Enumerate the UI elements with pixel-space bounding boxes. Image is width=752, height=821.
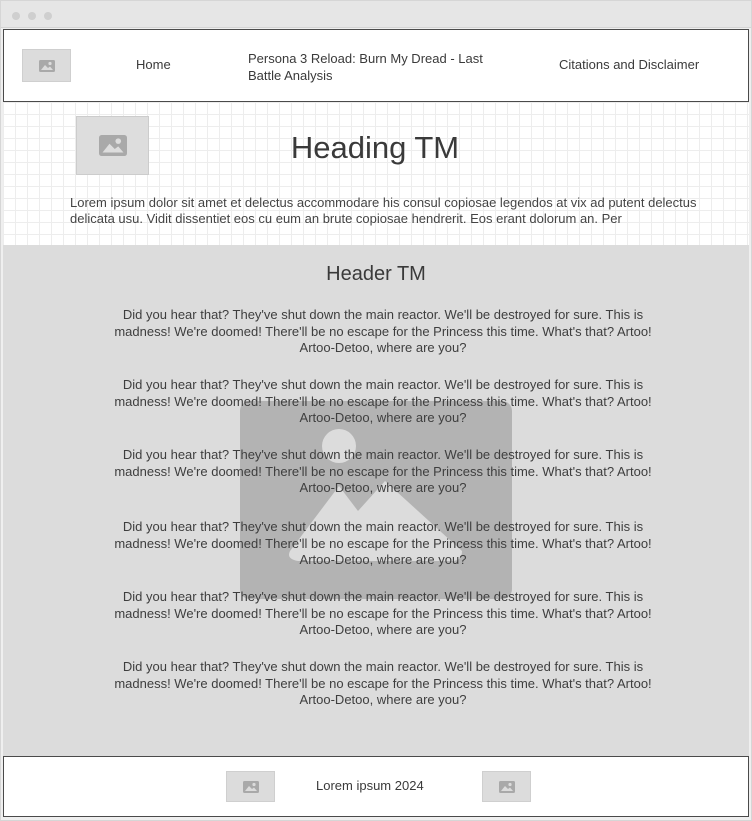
content-paragraph: Did you hear that? They've shut down the… <box>114 307 652 355</box>
main-content: Header TM Did you hear that? They've shu… <box>3 245 749 756</box>
content-paragraph: Did you hear that? They've shut down the… <box>114 519 652 567</box>
hero-intro-text: Lorem ipsum dolor sit amet et delectus a… <box>70 195 697 226</box>
content-paragraph: Did you hear that? They've shut down the… <box>114 447 652 495</box>
image-placeholder-icon <box>38 59 55 72</box>
content-paragraph: Did you hear that? They've shut down the… <box>114 377 652 425</box>
nav-link-analysis[interactable]: Persona 3 Reload: Burn My Dread - Last B… <box>248 50 510 84</box>
image-placeholder-icon <box>289 429 462 561</box>
window-minimize-dot[interactable] <box>28 12 36 20</box>
nav-link-citations[interactable]: Citations and Disclaimer <box>559 57 699 72</box>
top-navbar: Home Persona 3 Reload: Burn My Dread - L… <box>3 29 749 102</box>
footer-copyright: Lorem ipsum 2024 <box>316 778 424 793</box>
footer-image-left <box>226 771 275 802</box>
browser-window: Home Persona 3 Reload: Burn My Dread - L… <box>0 0 752 821</box>
footer-image-right <box>482 771 531 802</box>
background-image <box>240 401 512 599</box>
hero-section: Heading TM Lorem ipsum dolor sit amet et… <box>3 102 749 245</box>
content-paragraph: Did you hear that? They've shut down the… <box>114 659 652 707</box>
window-titlebar <box>1 1 751 28</box>
window-close-dot[interactable] <box>12 12 20 20</box>
image-placeholder-icon <box>498 780 515 793</box>
image-placeholder-icon <box>242 780 259 793</box>
nav-link-home[interactable]: Home <box>136 57 171 72</box>
section-header: Header TM <box>326 263 426 285</box>
page-footer: Lorem ipsum 2024 <box>3 756 749 817</box>
hero-heading: Heading TM <box>290 130 460 165</box>
nav-logo[interactable] <box>22 49 71 82</box>
window-maximize-dot[interactable] <box>44 12 52 20</box>
hero-image <box>76 116 149 175</box>
content-paragraph: Did you hear that? They've shut down the… <box>114 589 652 637</box>
image-placeholder-icon <box>98 135 127 156</box>
